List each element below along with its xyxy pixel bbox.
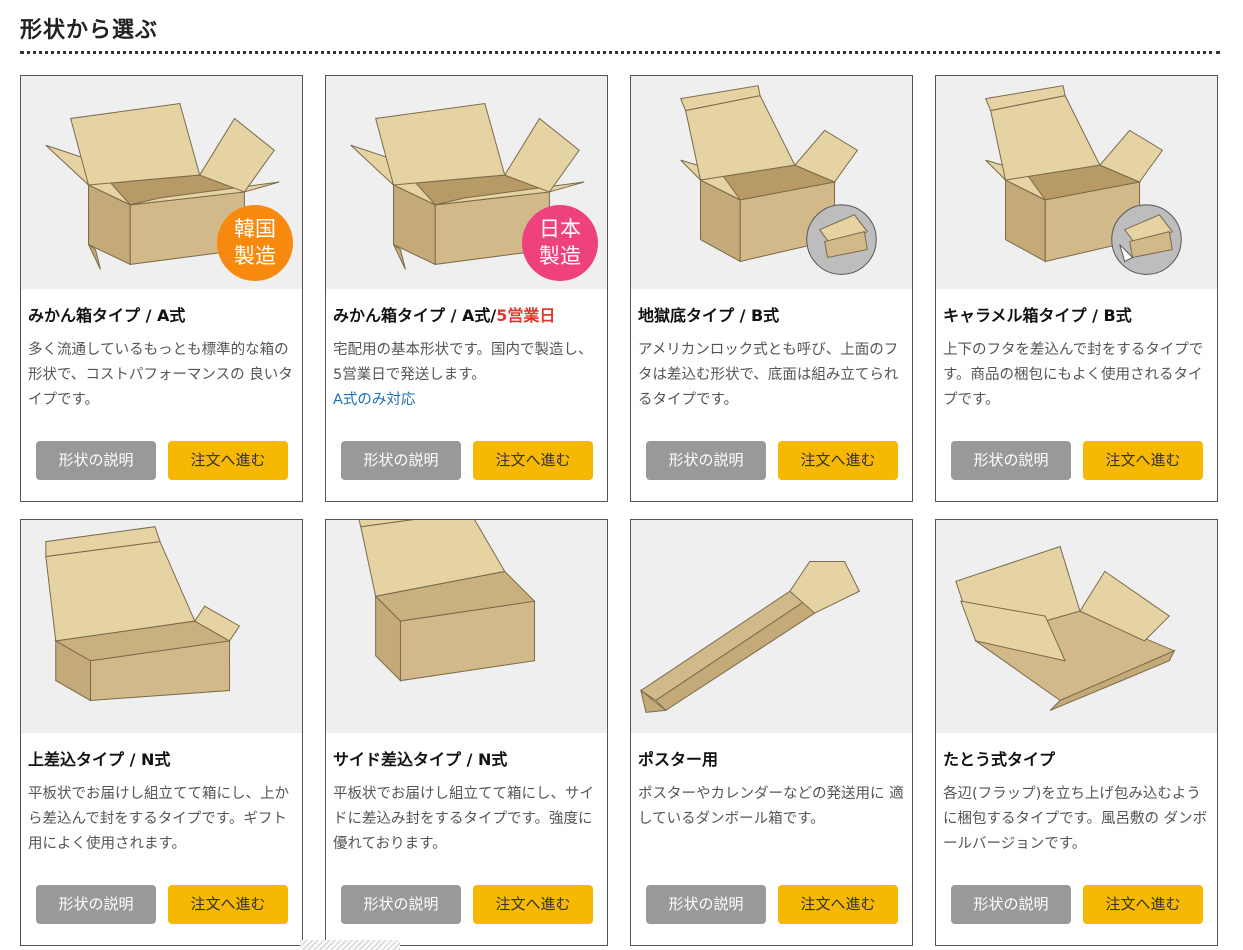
shape-name[interactable]: みかん箱タイプ / A式/5営業日 — [333, 302, 555, 326]
shape-name[interactable]: ポスター用 — [638, 746, 718, 770]
shape-name[interactable]: キャラメル箱タイプ / B式 — [943, 302, 1132, 326]
n-type-top-insert-box-icon — [45, 526, 241, 702]
shape-description: 平板状でお届けし組立てて箱にし、サイドに差込み封をするタイプです。強度に優れてお… — [333, 786, 594, 852]
shape-description: アメリカンロック式とも呼び、上面のフタは差込む形状で、底面は組み立てられるタイプ… — [638, 342, 899, 408]
shape-name[interactable]: 上差込タイプ / N式 — [28, 746, 170, 770]
tatou-wrap-box-icon — [955, 545, 1176, 711]
shape-image[interactable]: 韓国 製造 — [21, 76, 302, 289]
proceed-order-button[interactable]: 注文へ進む — [473, 885, 593, 924]
section-title: 形状から選ぶ — [20, 18, 159, 43]
shape-card: サイド差込タイプ / N式 平板状でお届けし組立てて箱にし、サイドに差込み封をす… — [325, 519, 608, 946]
shape-name[interactable]: 地獄底タイプ / B式 — [638, 302, 779, 326]
title-divider — [20, 51, 1220, 54]
shape-image[interactable]: 日本 製造 — [326, 76, 607, 289]
shape-description: 上下のフタを差込んで封をするタイプです。商品の梱包にもよく使用されるタイプです。 — [943, 342, 1204, 408]
shape-description: 各辺(フラップ)を立ち上げ包み込むように梱包するタイプです。風呂敷の ダンボール… — [943, 786, 1208, 852]
shape-description: 多く流通しているもっとも標準的な箱の形状で、コストパフォーマンスの 良いタイプで… — [28, 342, 293, 408]
shape-explain-button[interactable]: 形状の説明 — [341, 885, 461, 924]
origin-badge: 日本 製造 — [522, 205, 598, 281]
origin-badge: 韓国 製造 — [217, 205, 293, 281]
shape-card: ポスター用 ポスターやカレンダーなどの発送用に 適しているダンボール箱です。 形… — [630, 519, 913, 946]
shape-card: 日本 製造 みかん箱タイプ / A式/5営業日 宅配用の基本形状です。国内で製造し… — [325, 75, 608, 502]
shape-name[interactable]: たとう式タイプ — [943, 746, 1055, 770]
shape-description: ポスターやカレンダーなどの発送用に 適しているダンボール箱です。 — [638, 786, 904, 827]
proceed-order-button[interactable]: 注文へ進む — [778, 885, 898, 924]
proceed-order-button[interactable]: 注文へ進む — [168, 885, 288, 924]
shape-explain-button[interactable]: 形状の説明 — [951, 885, 1071, 924]
shape-explain-button[interactable]: 形状の説明 — [951, 441, 1071, 480]
shape-card: 上差込タイプ / N式 平板状でお届けし組立てて箱にし、上から差込んで封をするタ… — [20, 519, 303, 946]
shape-explain-button[interactable]: 形状の説明 — [646, 885, 766, 924]
shape-image[interactable] — [631, 520, 912, 733]
proceed-order-button[interactable]: 注文へ進む — [1083, 441, 1203, 480]
shape-image[interactable] — [21, 520, 302, 733]
shape-card: たとう式タイプ 各辺(フラップ)を立ち上げ包み込むように梱包するタイプです。風呂… — [935, 519, 1218, 946]
shape-image[interactable] — [936, 76, 1217, 289]
shape-image[interactable] — [936, 520, 1217, 733]
proceed-order-button[interactable]: 注文へ進む — [473, 441, 593, 480]
scroll-indicator — [300, 940, 400, 950]
n-type-side-insert-box-icon — [358, 520, 536, 682]
shape-card: 韓国 製造 みかん箱タイプ / A式 多く流通しているもっとも標準的な箱の形状で、… — [20, 75, 303, 502]
shape-image[interactable] — [631, 76, 912, 289]
shape-card: キャラメル箱タイプ / B式 上下のフタを差込んで封をするタイプです。商品の梱包… — [935, 75, 1218, 502]
proceed-order-button[interactable]: 注文へ進む — [1083, 885, 1203, 924]
shape-explain-button[interactable]: 形状の説明 — [36, 441, 156, 480]
b-type-caramel-box-icon — [984, 85, 1182, 275]
shape-explain-button[interactable]: 形状の説明 — [646, 441, 766, 480]
poster-tube-box-icon — [640, 560, 861, 713]
b-type-lock-bottom-box-icon — [679, 85, 877, 275]
shape-explain-button[interactable]: 形状の説明 — [36, 885, 156, 924]
proceed-order-button[interactable]: 注文へ進む — [778, 441, 898, 480]
shape-card: 地獄底タイプ / B式 アメリカンロック式とも呼び、上面のフタは差込む形状で、底… — [630, 75, 913, 502]
shape-explain-button[interactable]: 形状の説明 — [341, 441, 461, 480]
shape-description: 平板状でお届けし組立てて箱にし、上から差込んで封をするタイプです。ギフト用によく… — [28, 786, 289, 852]
shape-description: 宅配用の基本形状です。国内で製造し、5営業日で発送します。 A式のみ対応 — [333, 338, 601, 413]
shape-name-highlight: 5営業日 — [496, 306, 556, 325]
shape-image[interactable] — [326, 520, 607, 733]
shape-name[interactable]: サイド差込タイプ / N式 — [333, 746, 507, 770]
proceed-order-button[interactable]: 注文へ進む — [168, 441, 288, 480]
a-type-only-link[interactable]: A式のみ対応 — [333, 388, 601, 413]
shape-name[interactable]: みかん箱タイプ / A式 — [28, 302, 185, 326]
